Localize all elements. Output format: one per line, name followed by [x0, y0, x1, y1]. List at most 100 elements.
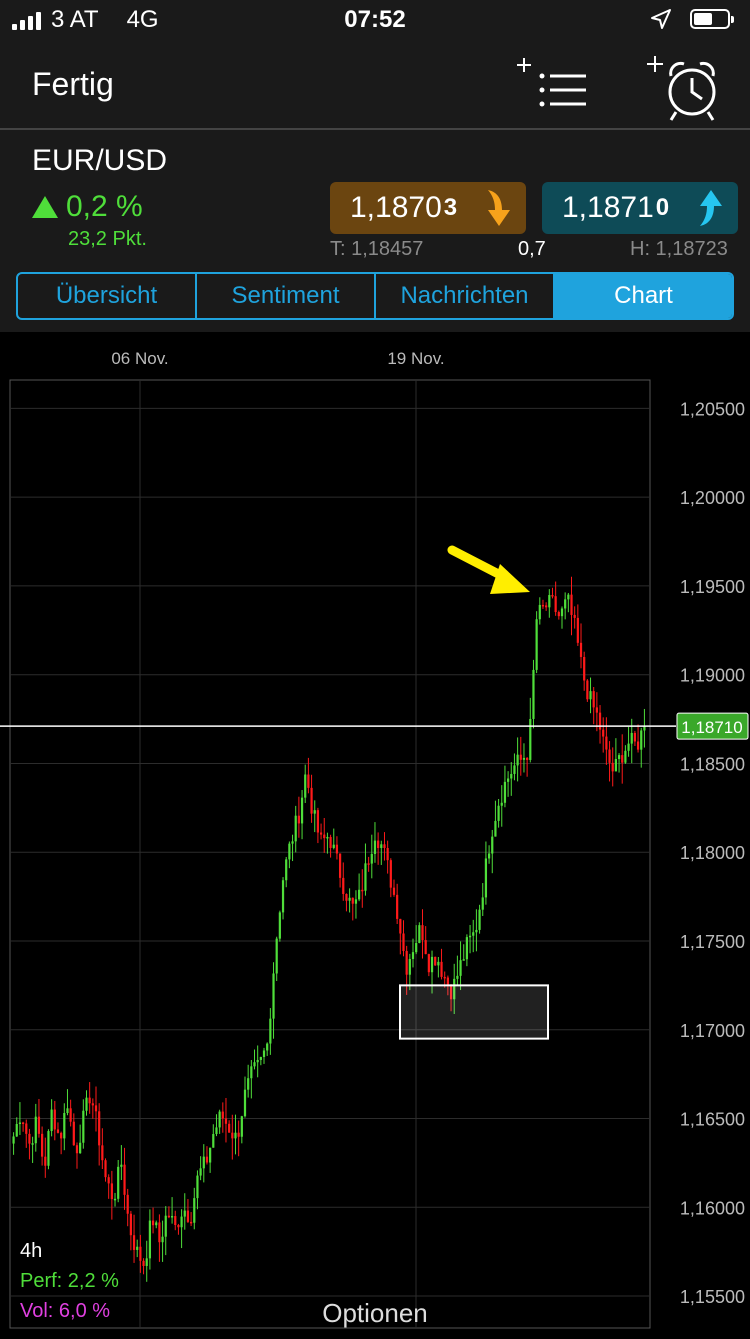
sell-button[interactable]: 1,1870 3 — [330, 182, 526, 234]
x-tick-label: 06 Nov. — [111, 349, 168, 368]
candle — [424, 940, 427, 955]
candle — [405, 951, 408, 975]
buy-price-pip: 0 — [655, 194, 670, 221]
candle — [332, 844, 335, 848]
candle — [465, 937, 469, 960]
done-button[interactable]: Fertig — [32, 66, 114, 103]
candle — [136, 1246, 139, 1250]
candle — [487, 853, 491, 859]
tab-sentiment[interactable]: Sentiment — [197, 274, 376, 318]
tab-overview[interactable]: Übersicht — [18, 274, 197, 318]
options-button[interactable]: Optionen — [0, 1298, 750, 1329]
candle — [294, 815, 297, 842]
tab-chart[interactable]: Chart — [555, 274, 732, 318]
candle — [98, 1111, 101, 1146]
add-alarm-icon[interactable] — [640, 54, 724, 124]
candle — [297, 815, 300, 824]
candle — [189, 1221, 193, 1224]
candle — [522, 757, 526, 760]
candle — [145, 1258, 148, 1266]
candle — [161, 1236, 164, 1243]
spread: 0,7 — [518, 238, 546, 260]
candle — [570, 594, 573, 615]
location-arrow-icon — [651, 9, 671, 29]
y-tick-label: 1,18000 — [680, 843, 745, 863]
candle — [526, 757, 529, 760]
chart-performance: Perf: 2,2 % — [20, 1270, 119, 1292]
candle — [503, 781, 507, 803]
candle — [224, 1118, 228, 1124]
candle — [364, 863, 367, 891]
candle — [196, 1175, 199, 1199]
candle — [560, 608, 564, 617]
candle — [342, 877, 345, 894]
battery-icon — [690, 9, 734, 29]
candle — [567, 594, 570, 600]
candle — [608, 749, 611, 763]
y-tick-label: 1,20500 — [680, 399, 745, 419]
candle — [164, 1215, 167, 1237]
up-triangle-icon — [32, 196, 58, 218]
candle — [538, 604, 541, 620]
change-percent: 0,2 % — [66, 190, 143, 223]
candle — [459, 960, 462, 976]
candle — [434, 956, 437, 966]
up-arrow-icon — [700, 190, 722, 226]
candle — [231, 1132, 234, 1139]
add-to-watchlist-icon[interactable] — [512, 54, 592, 118]
candle — [427, 954, 430, 973]
candle — [602, 729, 605, 737]
candle — [440, 961, 443, 977]
candle — [34, 1116, 37, 1144]
candle — [335, 844, 339, 854]
candle — [272, 973, 275, 1019]
candle — [88, 1097, 91, 1104]
candle — [500, 802, 503, 806]
candle — [275, 938, 278, 974]
candle — [47, 1131, 50, 1166]
candle — [313, 810, 316, 814]
candle — [250, 1066, 253, 1079]
candle — [228, 1123, 231, 1133]
down-arrow-icon — [488, 190, 510, 226]
candle — [605, 736, 608, 750]
candle — [576, 617, 579, 643]
candle — [25, 1123, 28, 1134]
candle — [60, 1132, 63, 1139]
candle — [462, 959, 465, 961]
instrument-symbol: EUR/USD — [32, 144, 168, 177]
candle — [535, 619, 538, 670]
candle — [18, 1122, 22, 1125]
candle — [31, 1143, 34, 1145]
candle — [564, 599, 567, 609]
candle — [323, 834, 326, 839]
buy-button[interactable]: 1,1871 0 — [542, 182, 738, 234]
candle — [177, 1225, 180, 1228]
candle — [399, 918, 402, 934]
candle — [307, 774, 310, 788]
candle — [373, 840, 377, 854]
candle — [28, 1133, 31, 1144]
candle — [221, 1111, 224, 1119]
candle — [370, 853, 373, 864]
candle — [310, 787, 313, 814]
candle — [142, 1260, 145, 1266]
candle — [167, 1215, 171, 1218]
candle — [205, 1156, 209, 1163]
candle — [396, 894, 399, 919]
candle — [259, 1056, 262, 1060]
x-tick-label: 19 Nov. — [387, 349, 444, 368]
candle — [621, 755, 624, 763]
candle — [418, 925, 421, 943]
tab-news[interactable]: Nachrichten — [376, 274, 555, 318]
candle — [66, 1108, 69, 1113]
candlestick-chart[interactable]: 1,20500 1,20000 1,19500 1,19000 1,18500 1,180… — [0, 332, 750, 1334]
candle — [158, 1222, 161, 1243]
status-time: 07:52 — [344, 6, 406, 33]
candle — [377, 840, 380, 848]
chart-area[interactable]: 1,20500 1,20000 1,19500 1,19000 1,18500 1,180… — [0, 332, 750, 1334]
candle — [326, 836, 329, 839]
navigation-bar: Fertig — [0, 44, 750, 130]
day-high: H: 1,18723 — [630, 238, 728, 260]
candle — [640, 730, 643, 750]
